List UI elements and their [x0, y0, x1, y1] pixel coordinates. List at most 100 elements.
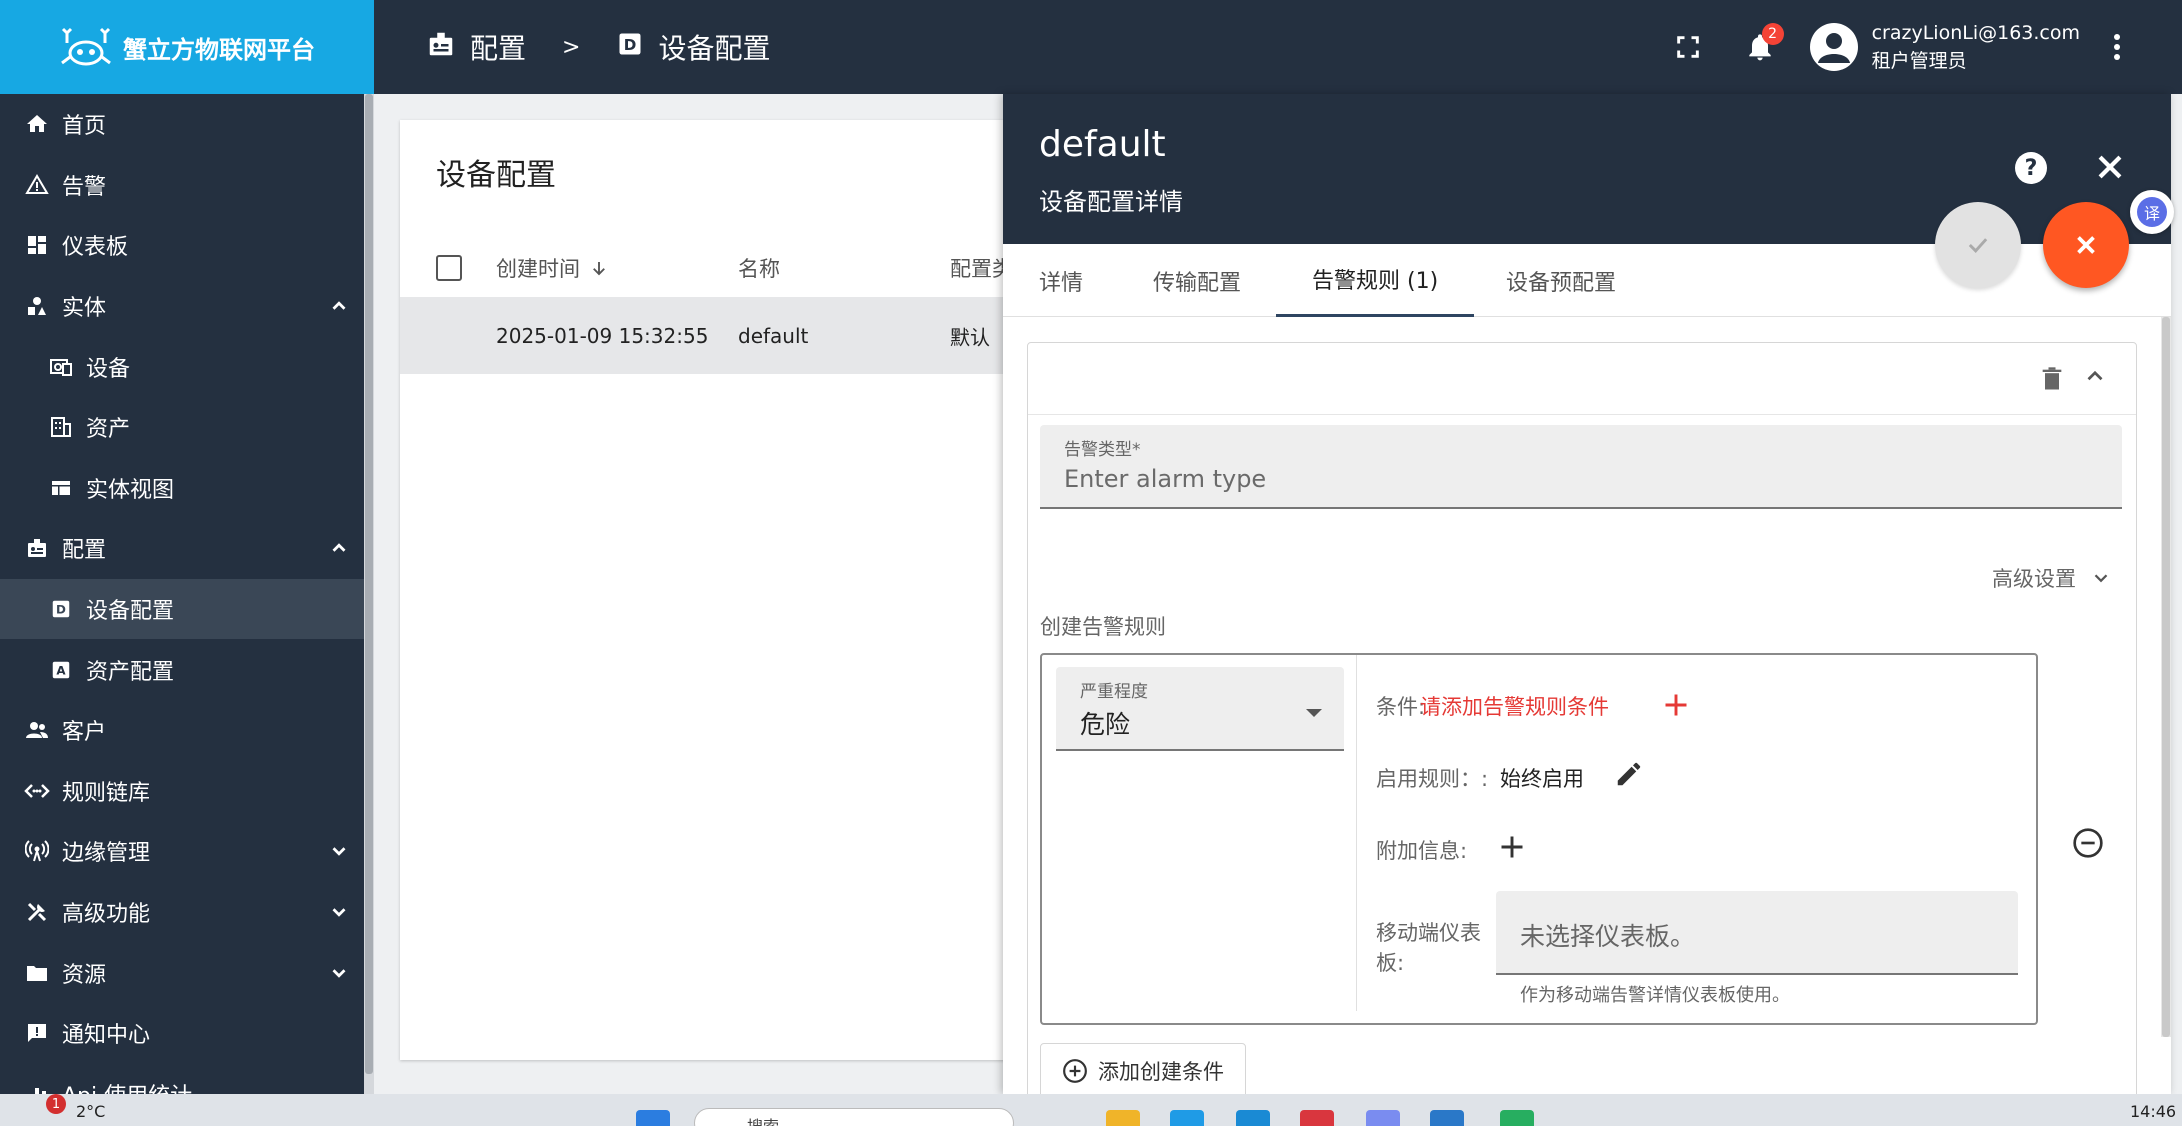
create-condition-box: 严重程度 危险 条件: 请添加告警规则条件 启用规则：: 始终启用 附加信息: …	[1040, 653, 2038, 1025]
start-icon[interactable]	[636, 1110, 670, 1126]
chevron-up-icon[interactable]	[2082, 363, 2108, 389]
rule-chain-icon	[24, 778, 50, 804]
sidebar-item-asset-profiles[interactable]: A 资产配置	[0, 639, 374, 700]
device-profile-icon: D	[616, 30, 644, 65]
edit-icon[interactable]	[1614, 759, 1644, 789]
notifications-button[interactable]: 2	[1730, 17, 1790, 77]
browser-icon[interactable]	[1170, 1110, 1204, 1126]
alarm-rule-toolbar	[1028, 343, 2136, 415]
sidebar-item-label: 资产配置	[86, 659, 175, 685]
sidebar-item-entities[interactable]: 实体	[0, 276, 374, 337]
panel-subtitle: 设备配置详情	[1039, 188, 1183, 216]
sidebar-item-profiles[interactable]: 配置	[0, 518, 374, 579]
add-circle-icon	[1063, 1059, 1087, 1083]
advanced-settings-label: 高级设置	[1992, 567, 2076, 591]
sidebar-item-assets[interactable]: 资产	[0, 397, 374, 458]
apply-button[interactable]	[1935, 202, 2021, 288]
help-icon[interactable]: ?	[2015, 152, 2047, 184]
browser-icon[interactable]	[1236, 1110, 1270, 1126]
extra-info-label: 附加信息:	[1376, 839, 1468, 863]
arrow-down-icon	[593, 261, 605, 275]
mobile-dashboard-select[interactable]: 未选择仪表板。	[1496, 891, 2018, 975]
panel-scrollbar[interactable]	[2161, 317, 2171, 1037]
weather-temperature[interactable]: 2°C	[76, 1102, 105, 1121]
app-icon[interactable]	[1366, 1110, 1400, 1126]
app-icon[interactable]	[1300, 1110, 1334, 1126]
delete-icon[interactable]	[2038, 363, 2066, 395]
tab-transport[interactable]: 传输配置	[1153, 244, 1241, 317]
sidebar-item-label: 资产	[86, 417, 131, 443]
column-label: 创建时间	[496, 256, 580, 281]
chevron-down-icon[interactable]	[328, 962, 350, 984]
mobile-dashboard-label-cont: 板:	[1376, 951, 1405, 975]
asset-profile-icon: A	[48, 657, 74, 683]
close-icon[interactable]	[2093, 150, 2127, 184]
cancel-edit-button[interactable]	[2043, 202, 2129, 288]
translate-icon: 译	[2137, 197, 2167, 227]
sidebar-item-edge[interactable]: 边缘管理	[0, 821, 374, 882]
sidebar-item-rule-chains[interactable]: 规则链库	[0, 761, 374, 822]
sidebar-item-api-usage[interactable]: Api 使用统计	[0, 1064, 374, 1094]
avatar	[1809, 23, 1858, 71]
sidebar-item-label: 规则链库	[62, 780, 151, 806]
select-all-checkbox[interactable]	[436, 254, 462, 281]
app-icon[interactable]	[1500, 1110, 1534, 1126]
sidebar-item-label: 首页	[62, 114, 107, 140]
add-create-condition-label: 添加创建条件	[1098, 1060, 1224, 1084]
tab-details[interactable]: 详情	[1039, 244, 1083, 317]
cell-name: default	[738, 323, 809, 348]
sidebar-item-alarms[interactable]: 告警	[0, 155, 374, 216]
chevron-down-icon[interactable]	[328, 840, 350, 862]
sidebar-scrollbar[interactable]	[364, 94, 374, 1094]
api-usage-icon	[24, 1081, 50, 1094]
sidebar-item-dashboards[interactable]: 仪表板	[0, 215, 374, 276]
svg-text:D: D	[56, 603, 66, 617]
breadcrumb-item-profiles[interactable]: 配置	[470, 27, 526, 67]
device-icon	[48, 354, 74, 380]
tab-alarm-rules[interactable]: 告警规则 (1)	[1276, 244, 1475, 317]
advanced-settings-toggle[interactable]: 高级设置	[1992, 563, 2112, 593]
sidebar-item-notification-center[interactable]: 通知中心	[0, 1003, 374, 1064]
add-create-condition-button[interactable]: 添加创建条件	[1040, 1043, 1246, 1094]
profile-icon	[24, 535, 50, 561]
sidebar-item-entity-views[interactable]: 实体视图	[0, 458, 374, 519]
translate-button[interactable]: 译	[2130, 190, 2174, 234]
column-header-name[interactable]: 名称	[738, 253, 780, 283]
severity-select[interactable]: 严重程度 危险	[1056, 667, 1344, 751]
sidebar-item-advanced[interactable]: 高级功能	[0, 882, 374, 943]
fullscreen-button[interactable]	[1658, 17, 1718, 77]
user-menu[interactable]: crazyLionLi@163.com 租户管理员	[1809, 19, 2080, 75]
code-editor-icon[interactable]	[1430, 1110, 1464, 1126]
sidebar-item-device-profiles[interactable]: D 设备配置	[0, 578, 374, 640]
taskbar-clock[interactable]: 14:46	[2130, 1102, 2176, 1121]
chevron-down-icon[interactable]	[328, 901, 350, 923]
sidebar-item-devices[interactable]: 设备	[0, 336, 374, 397]
sidebar-item-resources[interactable]: 资源	[0, 942, 374, 1003]
app-logo[interactable]: 蟹立方物联网平台	[0, 0, 374, 94]
more-menu-button[interactable]	[2102, 17, 2132, 77]
app-title: 蟹立方物联网平台	[123, 35, 315, 64]
sidebar-item-customers[interactable]: 客户	[0, 700, 374, 761]
column-header-created[interactable]: 创建时间	[496, 253, 608, 283]
tools-icon	[24, 899, 50, 925]
add-condition-link[interactable]: 请添加告警规则条件	[1420, 691, 1609, 721]
remove-condition-icon[interactable]	[2072, 827, 2104, 859]
add-icon[interactable]	[1498, 833, 1526, 861]
fullscreen-icon	[1676, 36, 1699, 58]
taskbar-search[interactable]: 搜索	[694, 1108, 1014, 1126]
tab-provisioning[interactable]: 设备预配置	[1506, 244, 1616, 317]
folder-icon[interactable]	[1106, 1110, 1140, 1126]
dashboard-icon	[24, 232, 50, 258]
breadcrumb: 配置 > D 设备配置	[426, 27, 770, 67]
schedule-value: 始终启用	[1500, 767, 1584, 791]
entity-icon	[24, 293, 50, 319]
close-icon	[2077, 236, 2095, 254]
breadcrumb-separator: >	[562, 34, 581, 60]
sidebar-item-label: 设备	[86, 356, 131, 382]
add-condition-icon[interactable]	[1662, 691, 1690, 719]
chevron-up-icon[interactable]	[328, 295, 350, 317]
chevron-up-icon[interactable]	[328, 537, 350, 559]
crab-logo-icon	[61, 27, 111, 66]
alarm-type-input[interactable]: 告警类型* Enter alarm type	[1040, 425, 2122, 509]
sidebar-item-home[interactable]: 首页	[0, 94, 374, 155]
